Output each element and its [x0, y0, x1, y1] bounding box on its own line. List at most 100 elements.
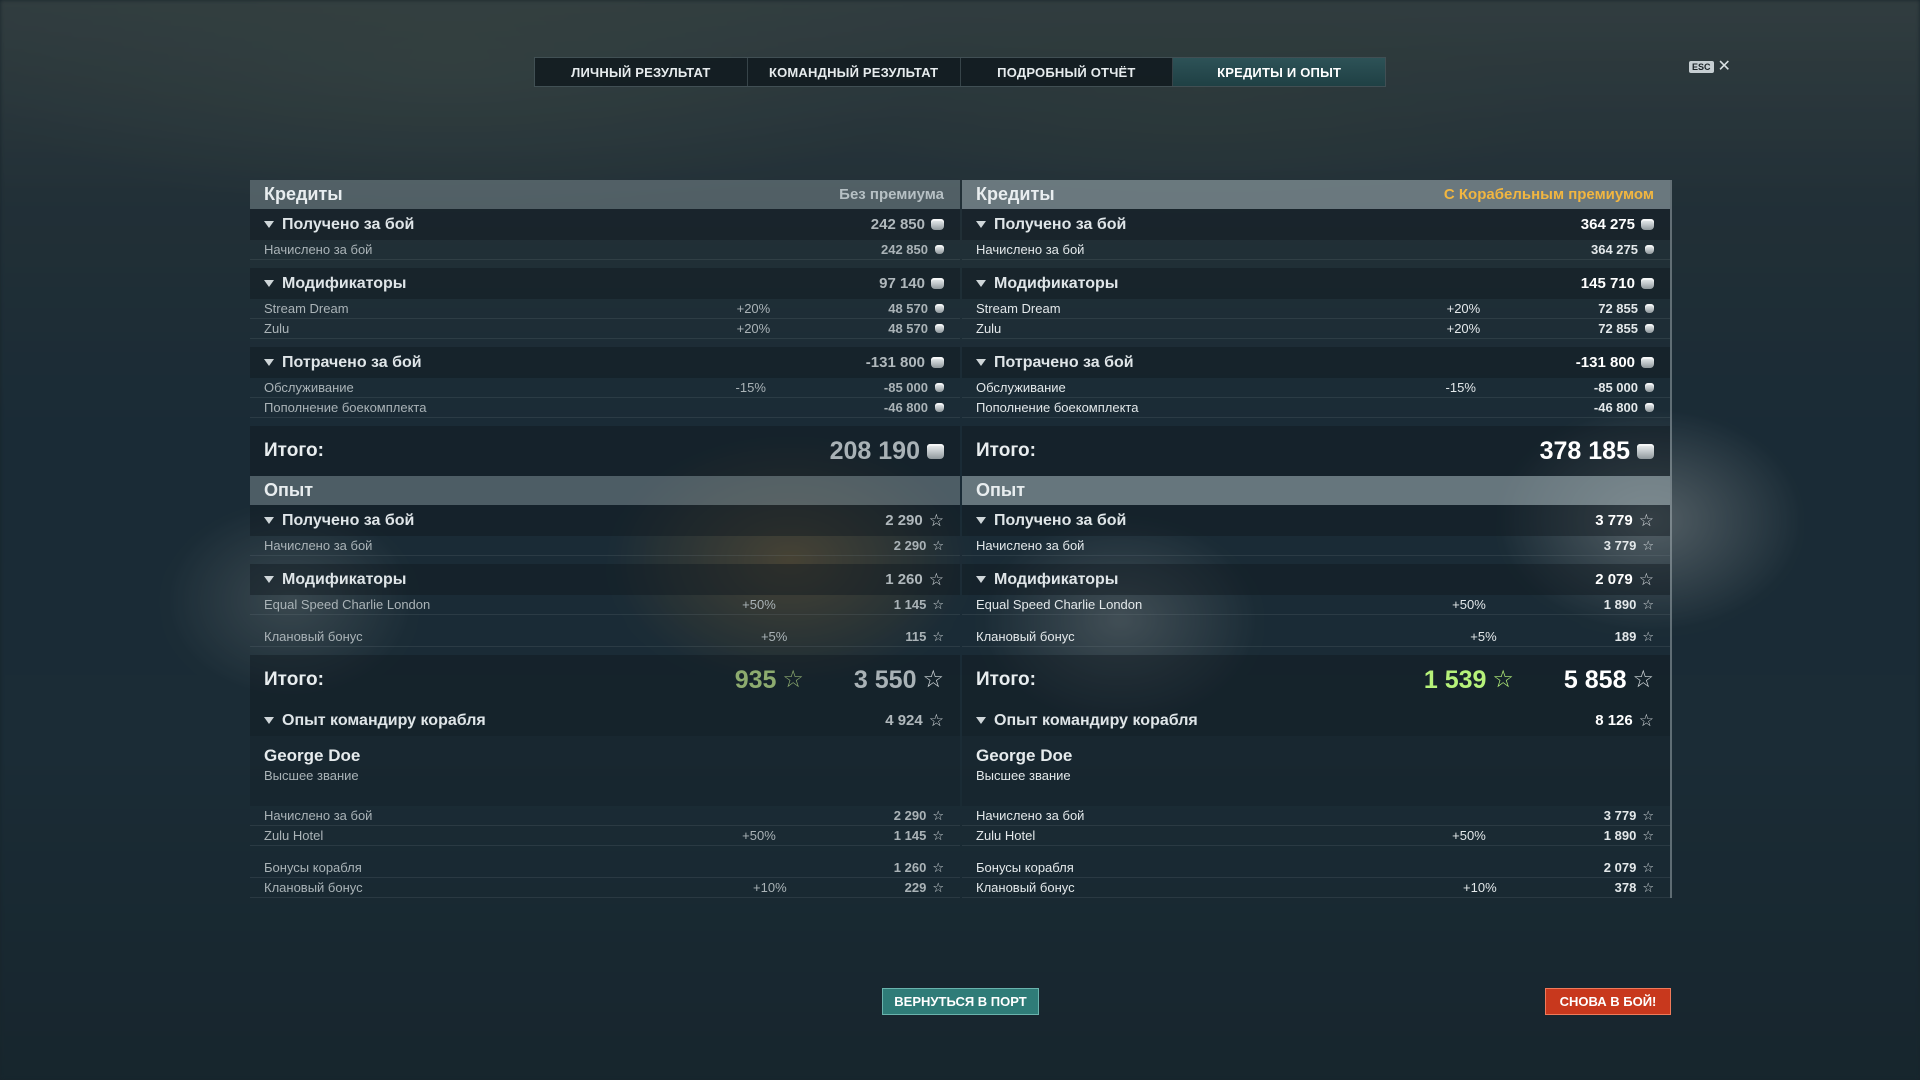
group-value: 97 140: [879, 275, 925, 292]
xp-star-icon: ☆: [1642, 629, 1654, 644]
account-type-label: Без премиума: [839, 186, 944, 203]
xp-star-icon: ☆: [928, 511, 944, 530]
xp-earned-group[interactable]: Получено за бой 2 290 ☆: [250, 505, 960, 536]
credits-spent-group[interactable]: Потрачено за бой -131 800: [962, 347, 1670, 378]
tab-credits-and-xp[interactable]: КРЕДИТЫ И ОПЫТ: [1173, 58, 1385, 86]
xp-star-icon: ☆: [1632, 666, 1654, 693]
list-item: Zulu +20% 72 855: [962, 319, 1670, 339]
group-label: Модификаторы: [282, 274, 407, 292]
commander-xp-group[interactable]: Опыт командиру корабля 4 924 ☆: [250, 705, 960, 736]
group-label: Модификаторы: [994, 274, 1119, 292]
xp-total-row: Итого: 1 539 ☆ 5 858 ☆: [962, 655, 1670, 705]
row-label: Zulu Hotel: [976, 828, 1036, 843]
row-value: 1 260: [893, 860, 927, 875]
credits-modifiers-group[interactable]: Модификаторы 97 140: [250, 268, 960, 299]
row-value: 115: [905, 629, 927, 644]
xp-star-icon: ☆: [922, 666, 944, 693]
row-label: Начислено за бой: [976, 538, 1085, 553]
group-label: Потрачено за бой: [282, 353, 422, 371]
tab-detailed-report[interactable]: ПОДРОБНЫЙ ОТЧЁТ: [961, 58, 1174, 86]
row-label: Equal Speed Charlie London: [976, 597, 1143, 612]
xp-total-value: 3 550: [853, 665, 917, 694]
list-item: Начислено за бой 364 275: [962, 240, 1670, 260]
group-label: Опыт командиру корабля: [994, 711, 1198, 729]
credits-icon: [931, 278, 944, 289]
group-value: 364 275: [1580, 216, 1635, 233]
group-label: Получено за бой: [282, 215, 415, 233]
group-value: 2 290: [885, 512, 923, 529]
list-item: Клановый бонус +10% 229 ☆: [250, 878, 960, 898]
xp-star-icon: ☆: [932, 597, 944, 612]
row-label: Пополнение боекомплекта: [264, 400, 427, 415]
tab-team-result[interactable]: КОМАНДНЫЙ РЕЗУЛЬТАТ: [748, 58, 961, 86]
credits-icon: [931, 357, 944, 368]
credits-modifiers-group[interactable]: Модификаторы 145 710: [962, 268, 1670, 299]
battle-again-button[interactable]: СНОВА В БОЙ!: [1545, 988, 1671, 1015]
free-xp-star-icon: ☆: [782, 666, 804, 693]
group-value: 1 260: [885, 571, 923, 588]
row-percent: -15%: [1445, 380, 1476, 395]
xp-star-icon: ☆: [1638, 511, 1654, 530]
tab-personal-result[interactable]: ЛИЧНЫЙ РЕЗУЛЬТАТ: [535, 58, 748, 86]
row-label: Начислено за бой: [976, 242, 1085, 257]
commander-name: George Doe: [976, 746, 1073, 765]
credits-total-value: 378 185: [1539, 436, 1630, 465]
group-value: -131 800: [1575, 354, 1635, 371]
xp-total-row: Итого: 935 ☆ 3 550 ☆: [250, 655, 960, 705]
row-value: 189: [1614, 629, 1637, 644]
xp-section-header: Опыт: [962, 476, 1670, 505]
row-value: 72 855: [1598, 321, 1638, 336]
row-label: Начислено за бой: [264, 538, 373, 553]
row-label: Бонусы корабля: [264, 860, 362, 875]
xp-star-icon: ☆: [932, 860, 944, 875]
row-value: 48 570: [888, 321, 928, 336]
credits-earned-group[interactable]: Получено за бой 364 275: [962, 209, 1670, 240]
xp-modifiers-group[interactable]: Модификаторы 1 260 ☆: [250, 564, 960, 595]
row-percent: +20%: [736, 301, 771, 316]
commander-xp-group[interactable]: Опыт командиру корабля 8 126 ☆: [962, 705, 1670, 736]
list-item: Equal Speed Charlie London +50% 1 890 ☆: [962, 595, 1670, 615]
free-xp-value: 935: [734, 665, 777, 694]
group-label: Получено за бой: [994, 511, 1127, 529]
free-xp-total: 935 ☆: [735, 666, 804, 695]
row-percent: +20%: [736, 321, 771, 336]
row-value: -85 000: [883, 380, 928, 395]
credits-icon: [935, 245, 944, 254]
credits-earned-group[interactable]: Получено за бой 242 850: [250, 209, 960, 240]
xp-modifiers-group[interactable]: Модификаторы 2 079 ☆: [962, 564, 1670, 595]
row-value: 48 570: [888, 301, 928, 316]
list-item: Начислено за бой 2 290 ☆: [250, 806, 960, 826]
collapse-arrow-icon: [264, 280, 274, 287]
xp-star-icon: ☆: [932, 808, 944, 823]
collapse-arrow-icon: [976, 221, 986, 228]
free-xp-star-icon: ☆: [1492, 666, 1514, 693]
close-button[interactable]: ESC ✕: [1689, 59, 1731, 75]
group-label: Потрачено за бой: [994, 353, 1134, 371]
collapse-arrow-icon: [976, 576, 986, 583]
commander-rank: Высшее звание: [976, 768, 1071, 783]
credits-icon: [1637, 443, 1654, 459]
xp-star-icon: ☆: [1642, 808, 1654, 823]
xp-star-icon: ☆: [928, 711, 944, 730]
result-tabs: ЛИЧНЫЙ РЕЗУЛЬТАТ КОМАНДНЫЙ РЕЗУЛЬТАТ ПОД…: [534, 57, 1386, 87]
xp-earned-group[interactable]: Получено за бой 3 779 ☆: [962, 505, 1670, 536]
row-percent: +20%: [1446, 301, 1481, 316]
credits-title: Кредиты: [264, 184, 343, 204]
list-item: Клановый бонус +10% 378 ☆: [962, 878, 1670, 898]
row-value: 3 779: [1603, 808, 1637, 823]
credits-spent-group[interactable]: Потрачено за бой -131 800: [250, 347, 960, 378]
row-value: 229: [904, 880, 927, 895]
row-label: Начислено за бой: [976, 808, 1085, 823]
list-item: Начислено за бой 242 850: [250, 240, 960, 260]
row-label: Zulu: [976, 321, 1002, 336]
commander-name: George Doe: [264, 746, 361, 765]
total-label: Итого:: [976, 669, 1036, 690]
row-value: -46 800: [1593, 400, 1638, 415]
row-label: Stream Dream: [976, 301, 1061, 316]
list-item: Пополнение боекомплекта -46 800: [962, 398, 1670, 418]
row-value: 1 145: [893, 597, 927, 612]
return-to-port-button[interactable]: ВЕРНУТЬСЯ В ПОРТ: [882, 988, 1039, 1015]
credits-icon: [935, 403, 944, 412]
credits-icon: [935, 304, 944, 313]
xp-section-header: Опыт: [250, 476, 960, 505]
